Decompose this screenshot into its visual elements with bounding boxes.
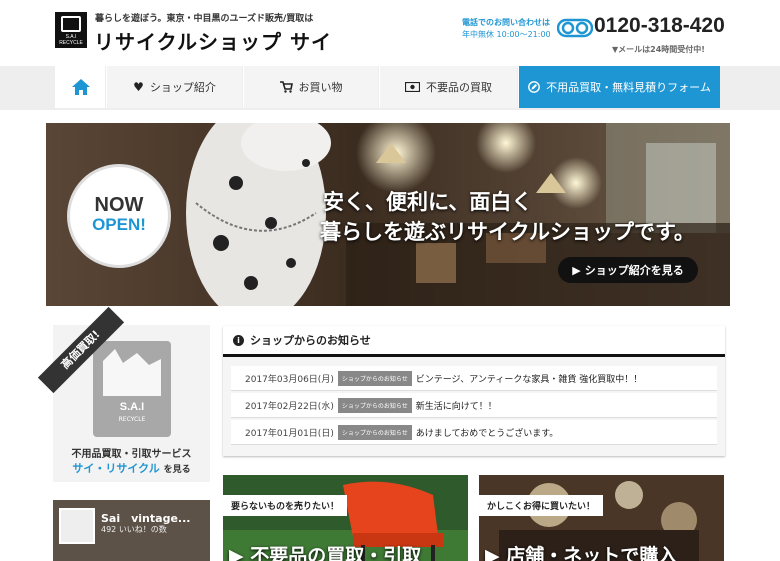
sai-recycle-logo: S.A.I RECYCLE [93,341,171,437]
sell-promo-tile[interactable]: 要らないものを売りたい！ ▶ 不要品の買取・引取 [223,475,468,561]
nav-shop-intro[interactable]: ♥ ショップ紹介 [106,66,242,108]
logo-text: S.A.I RECYCLE [59,34,83,46]
sell-tile-label: 要らないものを売りたい！ [223,495,348,516]
news-category-badge[interactable]: ショップからのお知らせ [337,424,412,440]
info-icon: i [233,334,244,346]
news-item[interactable]: 2017年03月06日(月) ショップからのお知らせ ビンテージ、アンティークな… [231,366,717,391]
news-date: 2017年02月22日(水) [245,401,334,412]
fb-like-count: 492 いいね！の数 [101,525,167,534]
badge-now: NOW [94,194,144,216]
rhino-icon [103,349,161,396]
now-open-badge: NOW OPEN! [70,167,168,265]
news-title[interactable]: あけましておめでとうございます。 [416,426,559,439]
rhino-logo-icon [61,16,81,32]
nav-home[interactable] [55,66,105,108]
news-date: 2017年01月01日(日) [245,428,334,439]
news-title[interactable]: ビンテージ、アンティークな家具・雑貨 強化買取中！！ [416,372,643,385]
buy-tile-label: かしこくお得に買いたい！ [479,495,604,516]
freedial-icon [557,18,593,38]
news-heading-text: ショップからのお知らせ [250,334,371,347]
play-icon: ▶ [485,545,500,561]
service-text: 不用品買取・引取サービス [71,449,192,460]
shop-name[interactable]: リサイクルショップ サイ [94,26,332,55]
site-header: S.A.I RECYCLE 暮らしを遊ぼう。東京・中目黒のユーズド販売/買取は … [0,0,780,66]
hero-headline-2: 暮らしを遊ぶリサイクルショップです。 [320,220,695,244]
buy-tile-title: ▶ 店舗・ネットで購入 [485,541,677,561]
home-icon [71,79,90,95]
nav-shopping[interactable]: お買い物 [243,66,378,108]
logo-sai: S.A.I [119,401,145,413]
news-title[interactable]: 新生活に向けて！！ [416,399,497,412]
nav-estimate-form[interactable]: 不用品買取・無料見積りフォーム [518,66,720,108]
news-heading: i ショップからのお知らせ [223,326,725,357]
sell-tile-title-text: 不要品の買取・引取 [250,545,422,561]
hero-shop-intro-button[interactable]: ▶ ショップ紹介を見る [558,257,698,283]
news-date: 2017年03月06日(月) [245,374,334,385]
fb-avatar[interactable] [59,508,95,544]
news-item[interactable]: 2017年01月01日(日) ショップからのお知らせ あけましておめでとうござい… [231,420,717,445]
cart-icon [279,81,293,93]
nav-sell-label: 不要品の買取 [426,81,492,94]
contact-hours: 年中無休 10:00～21:00 [462,30,551,39]
nav-buy-label: お買い物 [298,81,343,94]
phone-number[interactable]: 0120-318-420 [594,14,725,38]
contact-label: 電話でのお問い合わせは [462,18,550,27]
badge-open: OPEN! [92,215,146,234]
heart-icon: ♥ [133,80,144,94]
nav-sell[interactable]: 不要品の買取 [379,66,517,108]
play-icon: ▶ [229,545,244,561]
site-logo[interactable]: S.A.I RECYCLE [55,12,87,48]
service-link-text: サイ・リサイクル を見る [53,460,210,476]
recycle-service-banner[interactable]: S.A.I RECYCLE 高価買取! 不用品買取・引取サービス サイ・リサイク… [37,306,210,482]
hero-headline-1: 安く、便利に、面白く [323,190,533,214]
buy-promo-tile[interactable]: かしこくお得に買いたい！ ▶ 店舗・ネットで購入 [479,475,724,561]
mail-note[interactable]: ▼メールは24時間受付中! [612,44,705,55]
nav-shop-label: ショップ紹介 [149,81,216,94]
edit-icon [528,81,541,93]
news-item[interactable]: 2017年02月22日(水) ショップからのお知らせ 新生活に向けて！！ [231,393,717,418]
play-icon: ▶ [572,263,581,277]
logo-recycle: RECYCLE [118,416,146,423]
news-category-badge[interactable]: ショップからのお知らせ [337,397,412,413]
nav-form-label: 不用品買取・無料見積りフォーム [546,81,711,94]
sell-tile-title: ▶ 不要品の買取・引取 [229,541,421,561]
buy-tile-title-text: 店舗・ネットで購入 [506,545,678,561]
hero-button-label: ショップ紹介を見る [584,264,684,277]
news-category-badge[interactable]: ショップからのお知らせ [337,370,412,386]
facebook-widget[interactable]: Sai vintage... 492 いいね！の数 [53,500,210,561]
news-panel: i ショップからのお知らせ 2017年03月06日(月) ショップからのお知らせ… [223,326,725,456]
service-name: サイ・リサイクル [72,462,160,475]
money-icon [405,82,420,92]
site-tagline: 暮らしを遊ぼう。東京・中目黒のユーズド販売/買取は [95,14,314,24]
service-suffix: を見る [163,465,191,475]
